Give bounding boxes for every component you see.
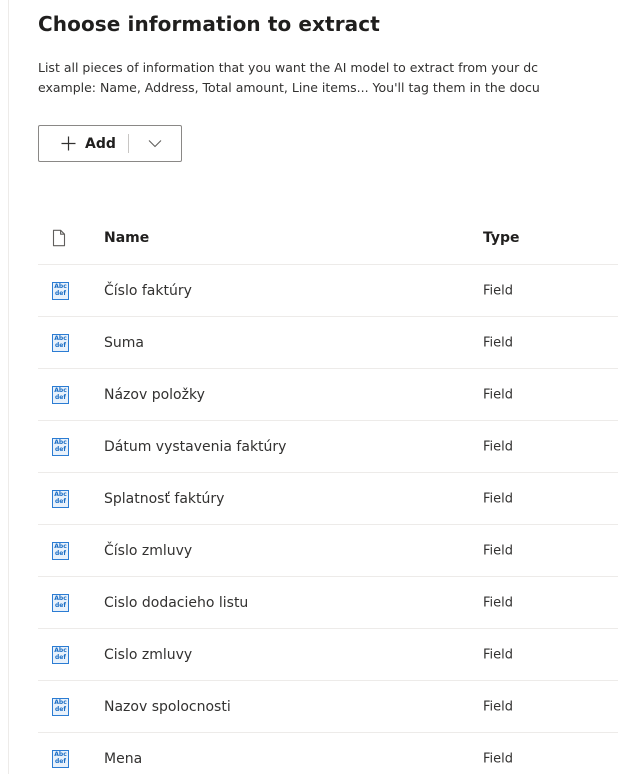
field-type: Field <box>483 283 514 298</box>
text-field-icon: Abc def <box>52 541 69 560</box>
field-name: Suma <box>104 334 144 351</box>
text-field-icon-bottom: def <box>55 653 66 661</box>
text-field-icon-bottom: def <box>55 601 66 609</box>
chevron-down-icon <box>148 140 162 148</box>
text-field-icon: Abc def <box>52 749 69 768</box>
column-header-name[interactable]: Name <box>104 230 149 246</box>
text-field-icon-bottom: def <box>55 445 66 453</box>
field-name: Nazov spolocnosti <box>104 698 231 715</box>
add-button[interactable]: Add <box>39 126 128 161</box>
table-row[interactable]: Abc def Suma Field <box>38 317 618 369</box>
description-line-2: example: Name, Address, Total amount, Li… <box>38 80 540 95</box>
field-type: Field <box>483 543 514 558</box>
text-field-icon-bottom: def <box>55 393 66 401</box>
text-field-icon: Abc def <box>52 333 69 352</box>
table-row[interactable]: Abc def Splatnosť faktúry Field <box>38 473 618 525</box>
field-name: Cislo zmluvy <box>104 646 193 663</box>
page-description: List all pieces of information that you … <box>38 58 618 98</box>
add-split-button: Add <box>38 125 182 162</box>
field-type: Field <box>483 491 514 506</box>
text-field-icon: Abc def <box>52 437 69 456</box>
field-type: Field <box>483 751 514 766</box>
field-name: Cislo dodacieho listu <box>104 594 249 611</box>
left-divider <box>8 0 9 774</box>
table-body: Abc def Číslo faktúry Field Abc def Suma Field A… <box>38 265 618 774</box>
add-dropdown-button[interactable] <box>129 126 181 161</box>
row-icon-cell: Abc def <box>52 281 69 300</box>
plus-icon <box>61 136 76 151</box>
text-field-icon-bottom: def <box>55 341 66 349</box>
field-name: Splatnosť faktúry <box>104 490 225 507</box>
field-name: Mena <box>104 750 143 767</box>
table-row[interactable]: Abc def Dátum vystavenia faktúry Field <box>38 421 618 473</box>
text-field-icon-bottom: def <box>55 497 66 505</box>
text-field-icon: Abc def <box>52 645 69 664</box>
field-type: Field <box>483 647 514 662</box>
field-name: Číslo zmluvy <box>104 542 193 559</box>
text-field-icon: Abc def <box>52 489 69 508</box>
table-row[interactable]: Abc def Číslo faktúry Field <box>38 265 618 317</box>
table-row[interactable]: Abc def Číslo zmluvy Field <box>38 525 618 577</box>
field-name: Číslo faktúry <box>104 282 192 299</box>
extract-info-page: Choose information to extract List all p… <box>0 0 618 774</box>
text-field-icon: Abc def <box>52 697 69 716</box>
text-field-icon-bottom: def <box>55 757 66 765</box>
field-name: Dátum vystavenia faktúry <box>104 438 287 455</box>
header-icon-cell <box>52 229 66 247</box>
field-type: Field <box>483 335 514 350</box>
text-field-icon-bottom: def <box>55 549 66 557</box>
table-header: Name Type <box>38 212 618 265</box>
row-icon-cell: Abc def <box>52 749 69 768</box>
text-field-icon: Abc def <box>52 385 69 404</box>
text-field-icon-bottom: def <box>55 289 66 297</box>
document-icon <box>52 229 66 247</box>
field-type: Field <box>483 387 514 402</box>
row-icon-cell: Abc def <box>52 645 69 664</box>
row-icon-cell: Abc def <box>52 697 69 716</box>
text-field-icon: Abc def <box>52 593 69 612</box>
table-row[interactable]: Abc def Názov položky Field <box>38 369 618 421</box>
page-title: Choose information to extract <box>38 12 380 36</box>
table-row[interactable]: Abc def Nazov spolocnosti Field <box>38 681 618 733</box>
field-name: Názov položky <box>104 386 205 403</box>
table-row[interactable]: Abc def Mena Field <box>38 733 618 774</box>
row-icon-cell: Abc def <box>52 593 69 612</box>
row-icon-cell: Abc def <box>52 333 69 352</box>
fields-table: Name Type Abc def Číslo faktúry Field Abc def… <box>38 212 618 774</box>
row-icon-cell: Abc def <box>52 385 69 404</box>
field-type: Field <box>483 699 514 714</box>
row-icon-cell: Abc def <box>52 437 69 456</box>
table-row[interactable]: Abc def Cislo zmluvy Field <box>38 629 618 681</box>
field-type: Field <box>483 595 514 610</box>
table-row[interactable]: Abc def Cislo dodacieho listu Field <box>38 577 618 629</box>
field-type: Field <box>483 439 514 454</box>
text-field-icon-bottom: def <box>55 705 66 713</box>
row-icon-cell: Abc def <box>52 541 69 560</box>
add-button-label: Add <box>85 135 116 152</box>
column-header-type[interactable]: Type <box>483 230 520 246</box>
description-line-1: List all pieces of information that you … <box>38 60 539 75</box>
text-field-icon: Abc def <box>52 281 69 300</box>
row-icon-cell: Abc def <box>52 489 69 508</box>
